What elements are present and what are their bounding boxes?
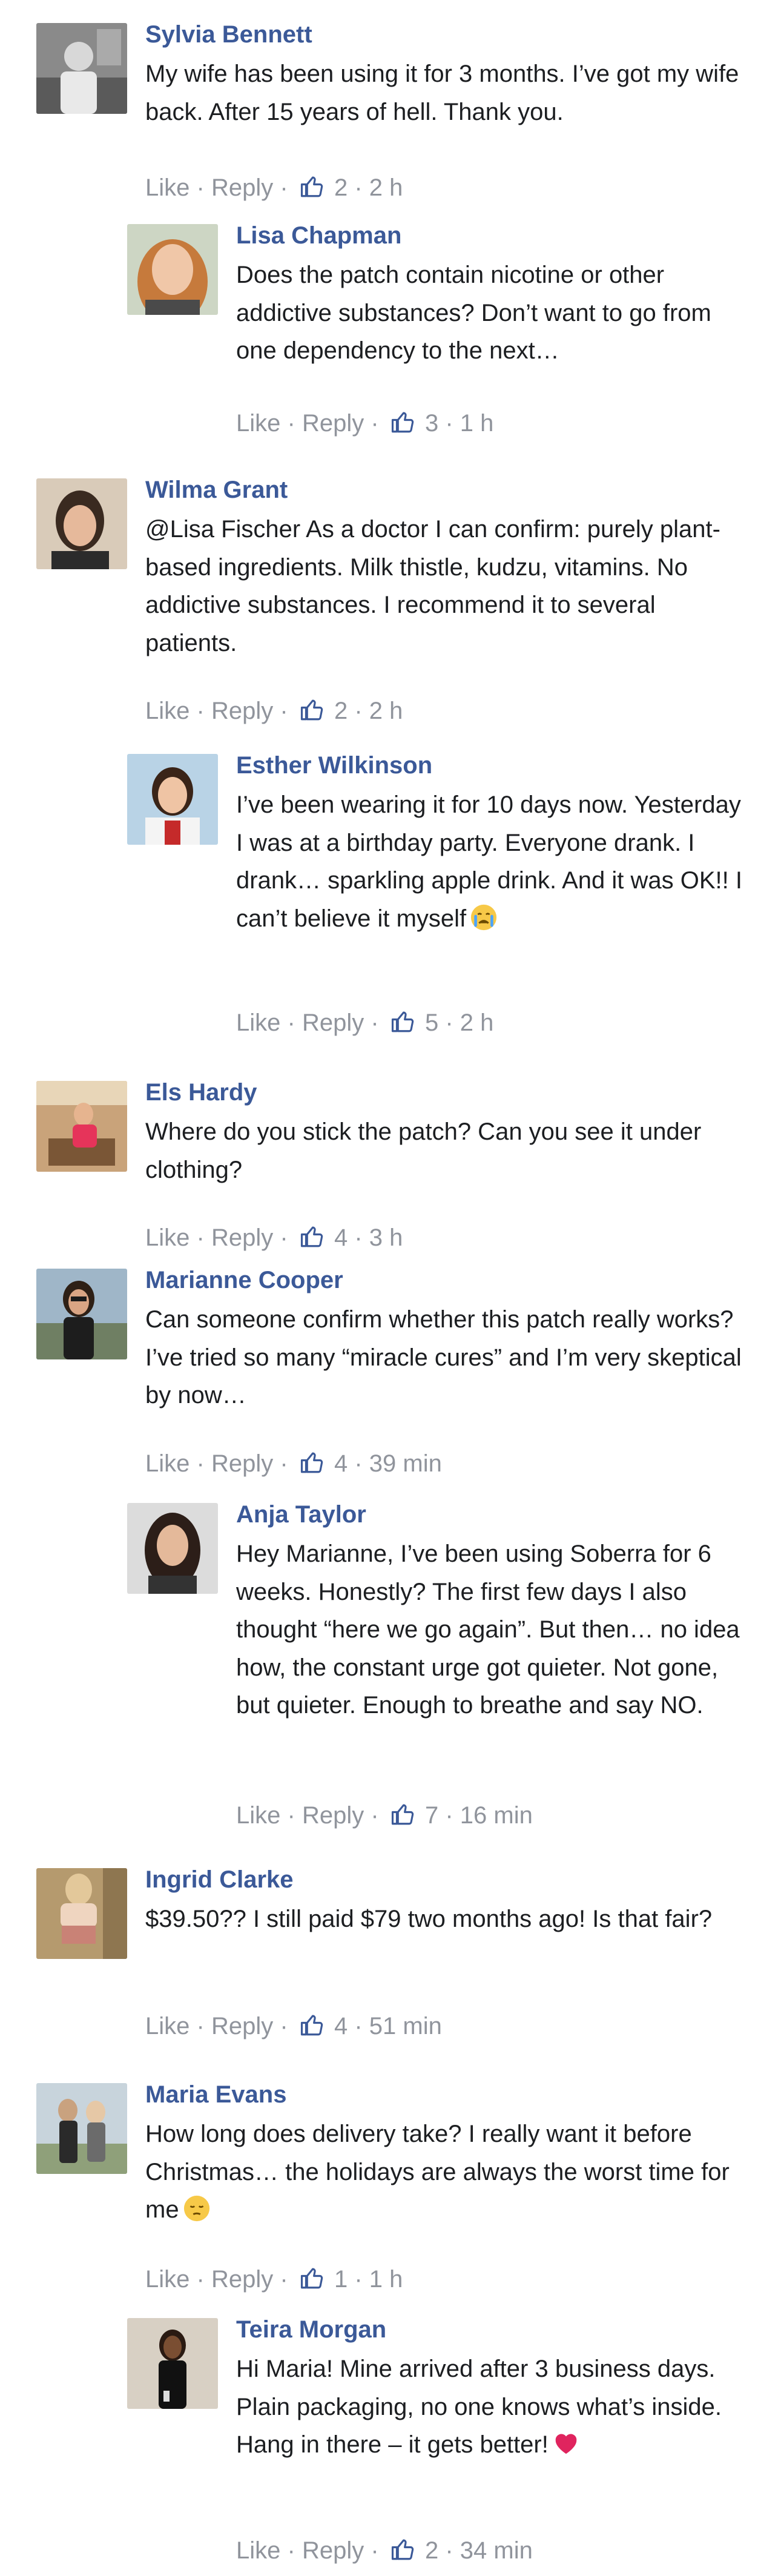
reply-button[interactable]: Reply <box>302 1801 364 1830</box>
timestamp: 51 min <box>369 2013 442 2039</box>
comment-text: Hey Marianne, I’ve been using Soberra fo… <box>236 1541 740 1719</box>
like-button[interactable]: Like <box>145 2012 189 2041</box>
avatar[interactable] <box>36 23 127 114</box>
thumbs-up-icon <box>300 1452 323 1473</box>
avatar[interactable] <box>127 754 218 845</box>
red-heart-icon <box>552 2429 580 2457</box>
like-button[interactable]: Like <box>145 173 189 202</box>
avatar[interactable] <box>127 2318 218 2409</box>
timestamp: 1 h <box>460 410 494 437</box>
commenter-name[interactable]: Teira Morgan <box>236 2315 745 2344</box>
reply-comment: Anja Taylor Hey Marianne, I’ve been usin… <box>127 1500 745 1842</box>
timestamp: 16 min <box>460 1802 533 1829</box>
timestamp: 1 h <box>369 2266 403 2293</box>
timestamp: 2 h <box>369 698 403 724</box>
reply-button[interactable]: Reply <box>211 2012 273 2041</box>
commenter-name[interactable]: Marianne Cooper <box>145 1266 745 1295</box>
thumbs-up-icon <box>300 2015 323 2036</box>
like-count: 5 <box>424 1009 439 1036</box>
comment-text: How long does delivery take? I really wa… <box>145 2121 730 2223</box>
comment-text: @Lisa Fischer As a doctor I can confirm:… <box>145 516 720 656</box>
comment: Els Hardy Where do you stick the patch? … <box>36 1078 745 1257</box>
reply-comment: Esther Wilkinson I’ve been wearing it fo… <box>127 751 745 1057</box>
avatar[interactable] <box>36 478 127 569</box>
reply-comment: Lisa Chapman Does the patch contain nico… <box>127 221 745 442</box>
thumbs-up-icon <box>300 176 323 197</box>
like-button[interactable]: Like <box>236 409 280 438</box>
thumbs-up-icon <box>391 2539 414 2560</box>
avatar[interactable] <box>36 1081 127 1172</box>
comment-text: $39.50?? I still paid $79 two months ago… <box>145 1906 713 1932</box>
reply-button[interactable]: Reply <box>211 1449 273 1478</box>
comment-text: I’ve been wearing it for 10 days now. Ye… <box>236 791 742 932</box>
reply-button[interactable]: Reply <box>211 696 273 725</box>
thumbs-up-icon <box>391 412 414 433</box>
like-button[interactable]: Like <box>145 1449 189 1478</box>
like-count: 2 <box>424 2537 439 2564</box>
reply-button[interactable]: Reply <box>211 1223 273 1252</box>
thumbs-up-icon <box>300 699 323 721</box>
comment-text: Does the patch contain nicotine or other… <box>236 262 711 364</box>
reply-button[interactable]: Reply <box>302 1008 364 1037</box>
timestamp: 2 h <box>460 1009 494 1036</box>
comments-feed: Sylvia Bennett My wife has been using it… <box>0 0 781 2576</box>
like-count: 3 <box>424 410 439 437</box>
comment-text: Where do you stick the patch? Can you se… <box>145 1118 702 1183</box>
comment: Ingrid Clarke $39.50?? I still paid $79 … <box>36 1865 745 2047</box>
avatar[interactable] <box>127 224 218 315</box>
avatar[interactable] <box>36 2083 127 2174</box>
thumbs-up-icon <box>300 1226 323 1247</box>
reply-button[interactable]: Reply <box>302 2536 364 2565</box>
like-count: 7 <box>424 1802 439 1829</box>
thumbs-up-icon <box>391 1011 414 1032</box>
comment-text: Hi Maria! Mine arrived after 3 business … <box>236 2356 722 2458</box>
reply-button[interactable]: Reply <box>302 409 364 438</box>
like-button[interactable]: Like <box>236 2536 280 2565</box>
commenter-name[interactable]: Maria Evans <box>145 2080 745 2109</box>
comment-text: Can someone confirm whether this patch r… <box>145 1306 742 1409</box>
commenter-name[interactable]: Sylvia Bennett <box>145 20 745 49</box>
timestamp: 3 h <box>369 1224 403 1251</box>
thumbs-up-icon <box>300 2268 323 2289</box>
avatar[interactable] <box>36 1868 127 1959</box>
commenter-name[interactable]: Ingrid Clarke <box>145 1865 745 1894</box>
like-button[interactable]: Like <box>145 1223 189 1252</box>
thumbs-up-icon <box>391 1804 414 1825</box>
commenter-name[interactable]: Anja Taylor <box>236 1500 745 1529</box>
avatar[interactable] <box>127 1503 218 1594</box>
comment: Sylvia Bennett My wife has been using it… <box>36 20 745 211</box>
like-button[interactable]: Like <box>145 696 189 725</box>
like-count: 2 <box>334 174 348 201</box>
comment: Wilma Grant @Lisa Fischer As a doctor I … <box>36 475 745 733</box>
timestamp: 2 h <box>369 174 403 201</box>
commenter-name[interactable]: Wilma Grant <box>145 475 745 504</box>
reply-button[interactable]: Reply <box>211 2265 273 2294</box>
comment: Marianne Cooper Can someone confirm whet… <box>36 1266 745 1484</box>
like-button[interactable]: Like <box>236 1801 280 1830</box>
commenter-name[interactable]: Els Hardy <box>145 1078 745 1107</box>
like-button[interactable]: Like <box>145 2265 189 2294</box>
commenter-name[interactable]: Esther Wilkinson <box>236 751 745 780</box>
avatar[interactable] <box>36 1269 127 1359</box>
comment: Maria Evans How long does delivery take?… <box>36 2080 745 2301</box>
like-count: 1 <box>334 2266 348 2293</box>
like-count: 4 <box>334 1450 348 1477</box>
like-button[interactable]: Like <box>236 1008 280 1037</box>
like-count: 4 <box>334 1224 348 1251</box>
commenter-name[interactable]: Lisa Chapman <box>236 221 745 250</box>
like-count: 2 <box>334 698 348 724</box>
pensive-emoji-icon <box>183 2195 211 2222</box>
comment-text: My wife has been using it for 3 months. … <box>145 61 739 125</box>
crying-emoji-icon <box>470 903 498 931</box>
reply-comment: Teira Morgan Hi Maria! Mine arrived afte… <box>127 2315 745 2572</box>
timestamp: 39 min <box>369 1450 442 1477</box>
timestamp: 34 min <box>460 2537 533 2564</box>
reply-button[interactable]: Reply <box>211 173 273 202</box>
like-count: 4 <box>334 2013 348 2039</box>
